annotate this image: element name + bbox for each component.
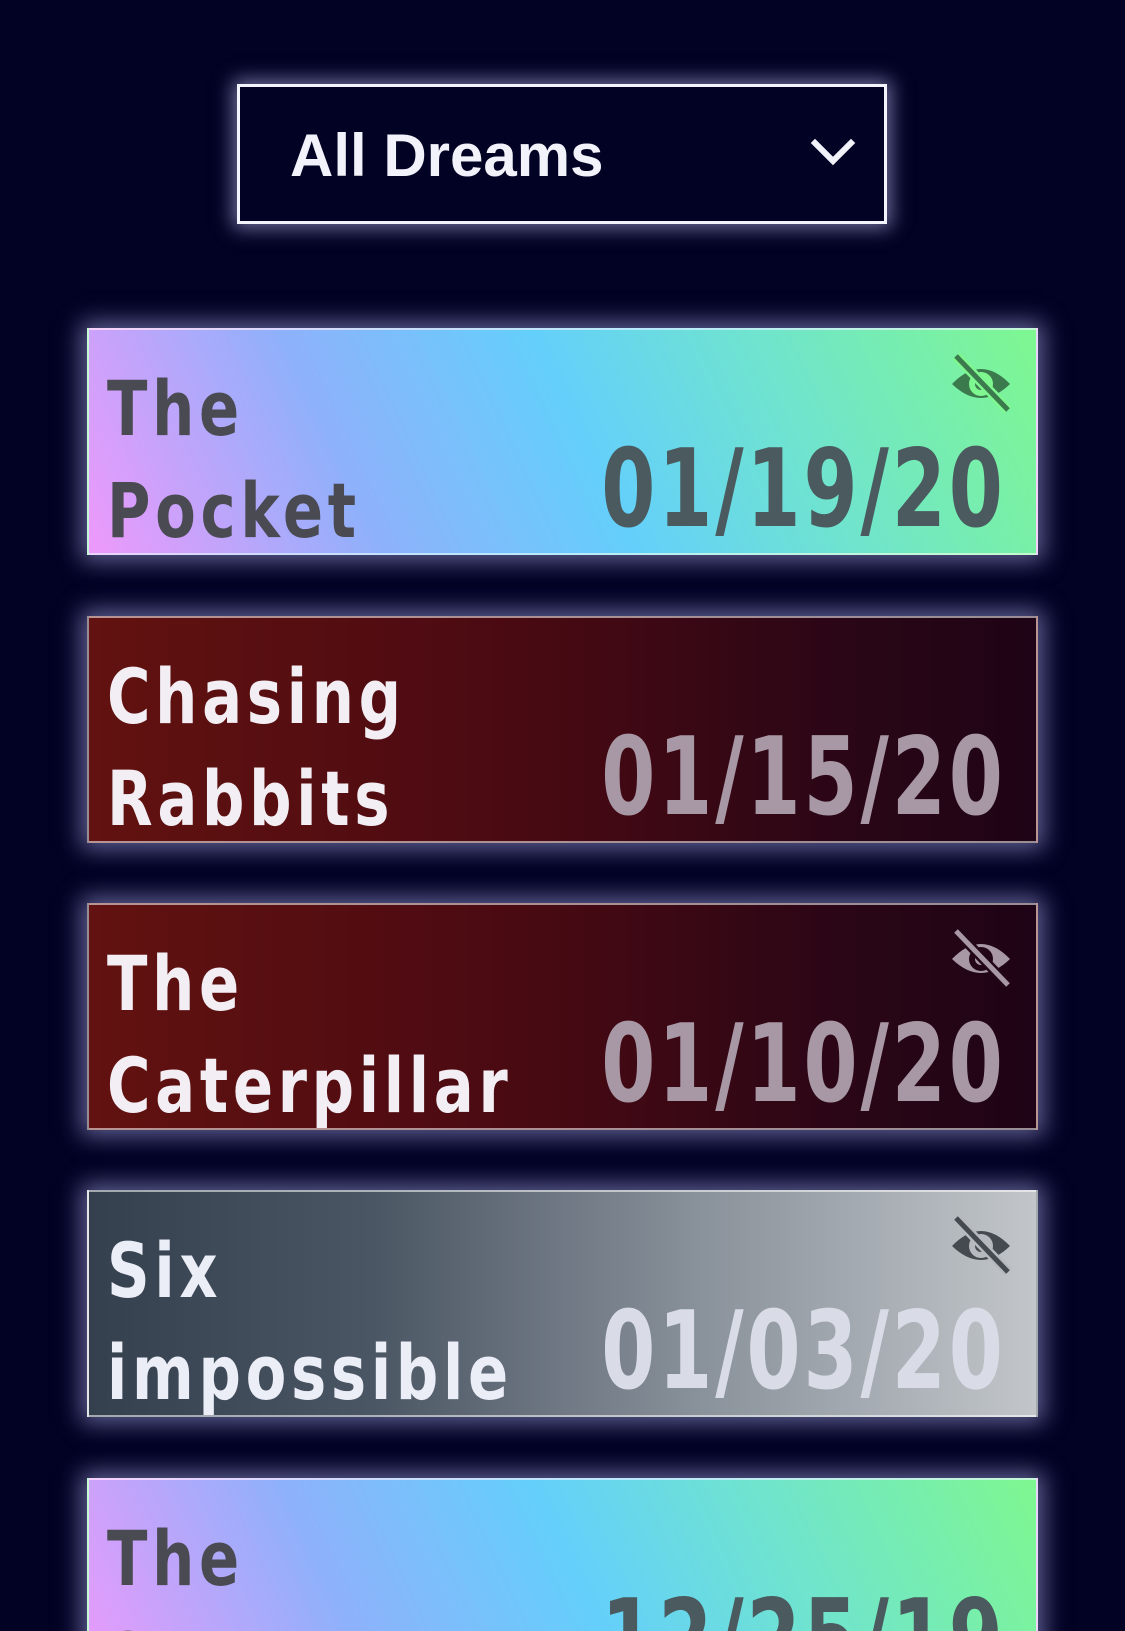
dream-card[interactable]: The Pocket Watch 01/19/20 — [87, 328, 1038, 555]
eye-slash-icon[interactable] — [948, 350, 1014, 416]
dream-date: 01/15/20 — [601, 715, 1006, 840]
dream-date: 12/25/19 — [602, 1580, 1006, 1631]
chevron-down-icon — [810, 138, 856, 166]
dream-date: 01/10/20 — [601, 1002, 1006, 1127]
dream-filter-label: All Dreams — [290, 122, 604, 189]
eye-slash-icon[interactable] — [948, 1212, 1014, 1278]
dream-date: 01/03/20 — [601, 1289, 1006, 1414]
eye-slash-icon[interactable] — [948, 925, 1014, 991]
dream-date: 01/19/20 — [601, 427, 1006, 552]
dream-title: Six impossible — [107, 1226, 513, 1417]
dream-title: The Caterpillar — [107, 939, 513, 1130]
dream-card[interactable]: Chasing Rabbits 01/15/20 — [87, 616, 1038, 843]
dream-card[interactable]: The Caterpillar 01/10/20 — [87, 903, 1038, 1130]
dream-title: The Pocket Watch — [107, 364, 361, 555]
dream-card[interactable]: Six impossible 01/03/20 — [87, 1190, 1038, 1417]
dream-title: The Smart — [107, 1514, 328, 1631]
dream-card[interactable]: The Smart 12/25/19 — [87, 1478, 1038, 1631]
dream-title: Chasing Rabbits — [107, 652, 406, 843]
dream-filter-select[interactable]: All Dreams — [237, 84, 887, 224]
